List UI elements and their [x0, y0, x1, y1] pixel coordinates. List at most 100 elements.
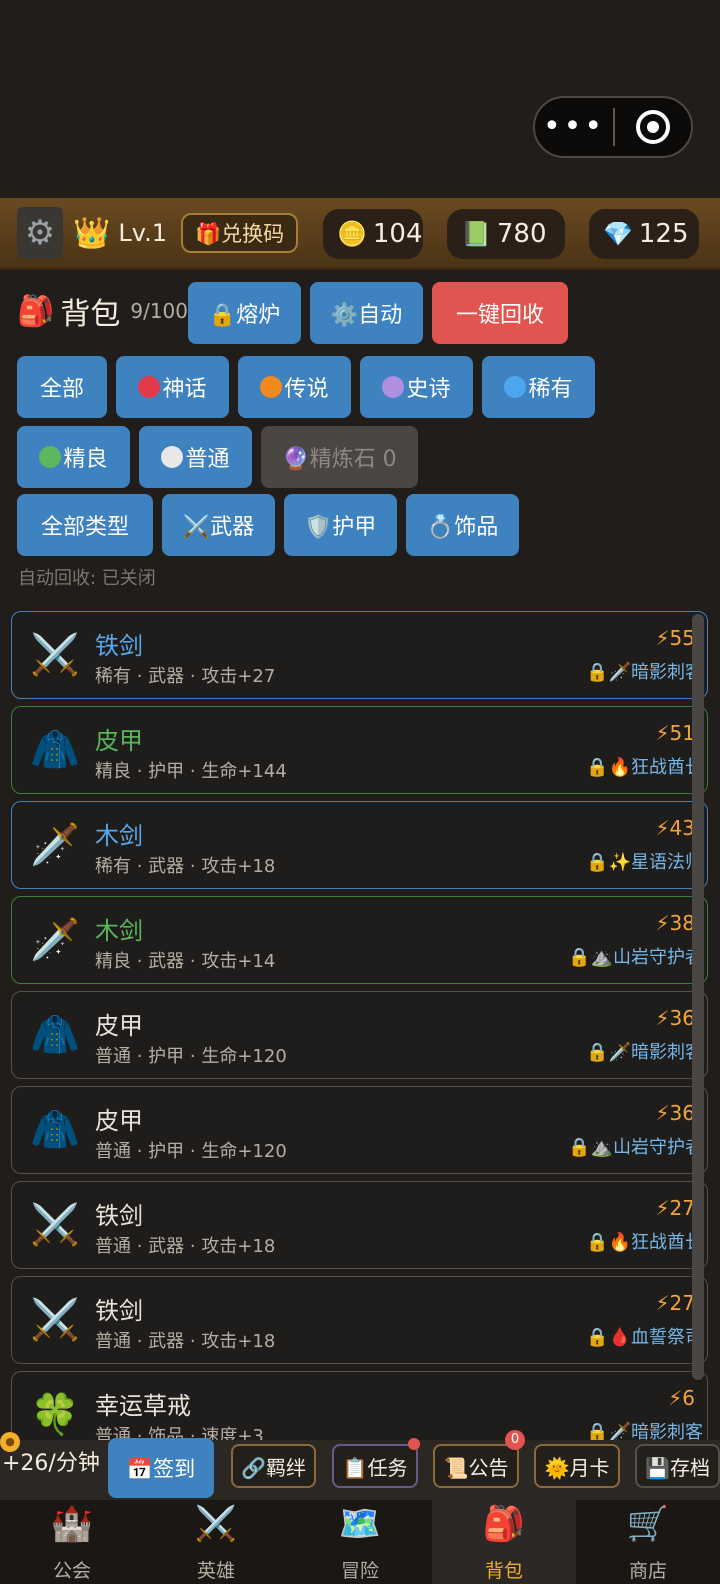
gem-amount: 125 — [638, 219, 689, 249]
auto-recycle-status: 自动回收: 已关闭 — [18, 568, 156, 589]
crossed-swords-icon: ⚔️ — [194, 1504, 238, 1544]
notice-button[interactable]: 📜公告 — [433, 1444, 519, 1488]
filter-rare[interactable]: 稀有 — [482, 356, 595, 418]
filter-rare-label: 稀有 — [528, 377, 573, 402]
filter-fine[interactable]: 精良 — [17, 426, 130, 488]
item-power: ⚡27 — [655, 1291, 696, 1315]
type-accessory[interactable]: 💍饰品 — [406, 494, 519, 556]
tasks-button[interactable]: 📋任务 — [332, 1444, 418, 1488]
tab-bag[interactable]: 🎒 背包 — [432, 1500, 576, 1584]
coat-icon: 🧥 — [30, 1012, 80, 1058]
item-desc: 普通 · 武器 · 攻击+18 — [95, 1236, 276, 1257]
item-name: 铁剑 — [95, 1202, 143, 1230]
tab-heroes[interactable]: ⚔️ 英雄 — [144, 1500, 288, 1584]
save-button[interactable]: 💾存档 — [635, 1444, 720, 1488]
gold-amount: 104 — [372, 219, 423, 249]
list-item[interactable]: 🗡️ 木剑 稀有 · 武器 · 攻击+18 ⚡43 🔒✨星语法师 — [11, 801, 708, 889]
item-power: ⚡6 — [668, 1386, 695, 1410]
list-item[interactable]: 🍀 幸运草戒 普通 · 饰品 · 速度+3 ⚡6 🔒🗡️暗影刺客 — [11, 1371, 708, 1440]
item-power: ⚡38 — [655, 911, 696, 935]
settings-gear-icon[interactable]: ⚙ — [17, 207, 63, 259]
book-currency: 📗 780 — [447, 209, 565, 259]
tab-adventure[interactable]: 🗺️ 冒险 — [288, 1500, 432, 1584]
furnace-button[interactable]: 🔒熔炉 — [188, 282, 301, 344]
item-name: 铁剑 — [95, 1297, 143, 1325]
item-owner: 🔒🔥狂战酋长 — [586, 1232, 703, 1253]
filter-common-label: 普通 — [185, 447, 230, 472]
filter-epic-label: 史诗 — [406, 377, 451, 402]
item-name: 皮甲 — [95, 727, 143, 755]
item-owner: 🔒🗡️暗影刺客 — [586, 662, 703, 683]
item-power: ⚡55 — [655, 626, 696, 650]
rare-dot-icon — [504, 376, 527, 398]
gold-currency: 🪙 104 — [323, 209, 423, 259]
item-owner: 🔒🩸血誓祭司 — [586, 1327, 703, 1348]
bond-button[interactable]: 🔗羁绊 — [231, 1444, 316, 1488]
backpack-icon: 🎒 — [17, 293, 55, 329]
item-desc: 稀有 · 武器 · 攻击+27 — [95, 666, 276, 687]
tab-shop-label: 商店 — [628, 1560, 667, 1582]
type-all[interactable]: 全部类型 — [17, 494, 153, 556]
list-item[interactable]: ⚔️ 铁剑 稀有 · 武器 · 攻击+27 ⚡55 🔒🗡️暗影刺客 — [11, 611, 708, 699]
mythic-dot-icon — [138, 376, 161, 398]
crown-icon: 👑 — [73, 215, 111, 251]
filter-mythic-label: 神话 — [162, 377, 207, 402]
monthly-card-button[interactable]: 🌞月卡 — [534, 1444, 620, 1488]
fine-dot-icon — [39, 446, 62, 468]
item-desc: 普通 · 护甲 · 生命+120 — [95, 1141, 287, 1162]
item-owner: 🔒🗡️暗影刺客 — [586, 1042, 703, 1063]
map-icon: 🗺️ — [338, 1504, 382, 1544]
backpack-icon: 🎒 — [482, 1504, 526, 1544]
filter-all[interactable]: 全部 — [17, 356, 107, 418]
type-weapon[interactable]: ⚔️武器 — [162, 494, 275, 556]
item-owner: 🔒⛰️山岩守护者 — [568, 947, 703, 968]
list-item[interactable]: 🧥 皮甲 普通 · 护甲 · 生命+120 ⚡36 🔒🗡️暗影刺客 — [11, 991, 708, 1079]
tab-shop[interactable]: 🛒 商店 — [576, 1500, 720, 1584]
redeem-code-button[interactable]: 🎁兑换码 — [180, 213, 299, 253]
player-level: Lv.1 — [118, 219, 167, 247]
item-name: 皮甲 — [95, 1107, 143, 1135]
auto-button[interactable]: ⚙️自动 — [310, 282, 423, 344]
tab-bag-label: 背包 — [484, 1560, 523, 1582]
item-name: 幸运草戒 — [95, 1392, 191, 1420]
refine-stone-button[interactable]: 🔮精炼石 0 — [261, 426, 418, 488]
item-power: ⚡36 — [655, 1006, 696, 1030]
dagger-icon: 🗡️ — [30, 822, 80, 868]
tab-heroes-label: 英雄 — [196, 1560, 235, 1582]
tasks-badge — [408, 1438, 420, 1450]
item-desc: 稀有 · 武器 · 攻击+18 — [95, 856, 276, 877]
more-dots-icon[interactable]: ••• — [535, 96, 613, 158]
filter-legendary-label: 传说 — [284, 377, 329, 402]
epic-dot-icon — [382, 376, 405, 398]
item-name: 木剑 — [95, 822, 143, 850]
crossed-swords-icon: ⚔️ — [30, 632, 80, 678]
item-name: 铁剑 — [95, 632, 143, 660]
item-owner: 🔒🔥狂战酋长 — [586, 757, 703, 778]
target-icon — [636, 110, 670, 144]
item-owner: 🔒🗡️暗影刺客 — [586, 1422, 703, 1440]
list-item[interactable]: 🧥 皮甲 精良 · 护甲 · 生命+144 ⚡51 🔒🔥狂战酋长 — [11, 706, 708, 794]
tab-guild-label: 公会 — [52, 1560, 91, 1582]
list-item[interactable]: ⚔️ 铁剑 普通 · 武器 · 攻击+18 ⚡27 🔒🔥狂战酋长 — [11, 1181, 708, 1269]
filter-common[interactable]: 普通 — [139, 426, 252, 488]
filter-epic[interactable]: 史诗 — [360, 356, 473, 418]
item-power: ⚡51 — [655, 721, 696, 745]
filter-legendary[interactable]: 传说 — [238, 356, 351, 418]
list-item[interactable]: 🗡️ 木剑 精良 · 武器 · 攻击+14 ⚡38 🔒⛰️山岩守护者 — [11, 896, 708, 984]
list-item[interactable]: 🧥 皮甲 普通 · 护甲 · 生命+120 ⚡36 🔒⛰️山岩守护者 — [11, 1086, 708, 1174]
gold-coin-icon: 🪙 — [337, 220, 367, 248]
mini-program-capsule: ••• — [533, 96, 693, 158]
notice-badge: 0 — [505, 1430, 525, 1450]
close-target-button[interactable] — [615, 110, 691, 144]
list-scrollbar[interactable] — [692, 614, 704, 1380]
type-armor[interactable]: 🛡️护甲 — [284, 494, 397, 556]
filter-mythic[interactable]: 神话 — [116, 356, 229, 418]
sign-in-button[interactable]: 📅签到 — [108, 1438, 214, 1498]
inventory-list[interactable]: ⚔️ 铁剑 稀有 · 武器 · 攻击+27 ⚡55 🔒🗡️暗影刺客 🧥 皮甲 精… — [11, 610, 708, 1440]
item-power: ⚡36 — [655, 1101, 696, 1125]
item-name: 皮甲 — [95, 1012, 143, 1040]
tab-guild[interactable]: 🏰 公会 — [0, 1500, 144, 1584]
recycle-all-button[interactable]: 一键回收 — [432, 282, 568, 344]
list-item[interactable]: ⚔️ 铁剑 普通 · 武器 · 攻击+18 ⚡27 🔒🩸血誓祭司 — [11, 1276, 708, 1364]
bottom-nav: 🏰 公会 ⚔️ 英雄 🗺️ 冒险 🎒 背包 🛒 商店 — [0, 1500, 720, 1584]
